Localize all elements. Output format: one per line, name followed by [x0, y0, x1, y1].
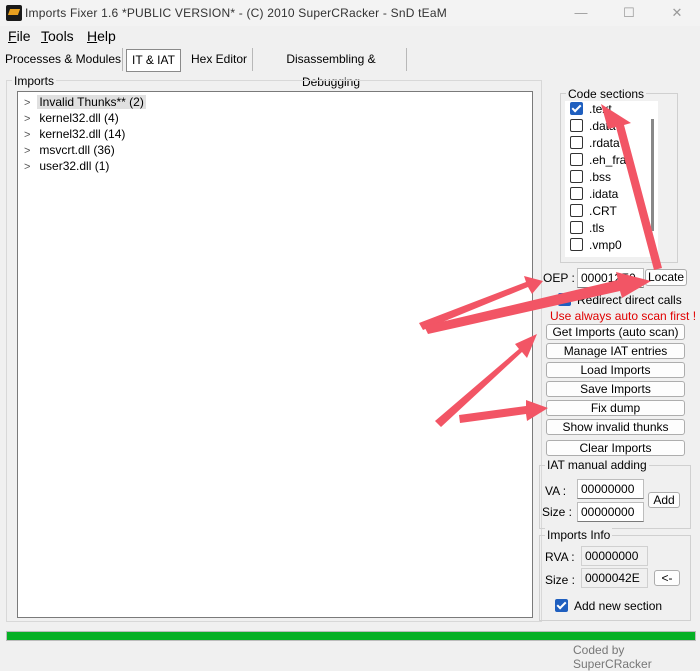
add-new-section-option[interactable]: Add new section	[555, 599, 662, 613]
app-icon	[6, 5, 22, 21]
load-imports-button[interactable]: Load Imports	[546, 362, 685, 378]
code-sections-label: Code sections	[566, 87, 647, 101]
section-checkbox[interactable]	[570, 170, 583, 183]
imports-group-label: Imports	[12, 74, 57, 88]
section-item-bss[interactable]: .bss	[570, 169, 611, 186]
progress-fill	[7, 632, 695, 640]
code-sections-list[interactable]: .text .data .rdata .eh_fra .bss .idata .…	[565, 101, 658, 257]
menu-tools[interactable]: Tools	[41, 28, 74, 44]
code-sections-scrollbar[interactable]	[651, 119, 654, 231]
va-label: VA :	[545, 484, 567, 498]
section-item-vmp0[interactable]: .vmp0	[570, 237, 622, 254]
section-item-idata[interactable]: .idata	[570, 186, 618, 203]
section-item-eh-frame[interactable]: .eh_fra	[570, 152, 626, 169]
section-checkbox[interactable]	[570, 153, 583, 166]
add-section-checkbox[interactable]	[555, 599, 568, 612]
section-item-crt[interactable]: .CRT	[570, 203, 617, 220]
menu-help[interactable]: Help	[87, 28, 116, 44]
chevron-right-icon[interactable]: >	[24, 95, 34, 111]
iat-size-label: Size :	[542, 505, 573, 519]
redirect-direct-calls[interactable]: Redirect direct calls	[558, 293, 682, 307]
coded-by-label: Coded by SuperCRacker	[573, 643, 652, 671]
info-size-value: 0000042E	[581, 568, 648, 588]
fix-dump-button[interactable]: Fix dump	[546, 400, 685, 416]
menu-file[interactable]: File	[8, 28, 31, 44]
section-checkbox[interactable]	[570, 204, 583, 217]
rva-value: 00000000	[581, 546, 648, 566]
tree-item[interactable]: > kernel32.dll (14)	[24, 126, 127, 142]
section-item-rdata[interactable]: .rdata	[570, 135, 620, 152]
redirect-checkbox[interactable]	[558, 293, 571, 306]
oep-label: OEP :	[543, 271, 575, 285]
tab-it-iat[interactable]: IT & IAT	[126, 49, 181, 72]
close-button[interactable]: ✕	[654, 0, 700, 26]
window-title: Imports Fixer 1.6 *PUBLIC VERSION* - (C)…	[25, 6, 447, 20]
chevron-right-icon[interactable]: >	[24, 159, 34, 175]
show-invalid-thunks-button[interactable]: Show invalid thunks	[546, 419, 685, 435]
copy-to-iat-button[interactable]: <-	[654, 570, 680, 586]
chevron-right-icon[interactable]: >	[24, 127, 34, 143]
section-checkbox[interactable]	[570, 102, 583, 115]
tab-disassembling-debugging[interactable]: Disassembling & Debugging	[256, 48, 407, 89]
oep-input[interactable]: 000012E0	[577, 268, 644, 288]
tree-item[interactable]: > kernel32.dll (4)	[24, 110, 121, 126]
info-size-label: Size :	[545, 573, 576, 587]
add-button[interactable]: Add	[648, 492, 680, 508]
va-input[interactable]: 00000000	[577, 479, 644, 499]
section-checkbox[interactable]	[570, 119, 583, 132]
chevron-right-icon[interactable]: >	[24, 111, 34, 127]
section-item-tls[interactable]: .tls	[570, 220, 604, 237]
save-imports-button[interactable]: Save Imports	[546, 381, 685, 397]
locate-button[interactable]: Locate	[645, 269, 687, 286]
tree-item[interactable]: > user32.dll (1)	[24, 158, 111, 174]
tab-hex-editor[interactable]: Hex Editor	[186, 48, 253, 71]
section-checkbox[interactable]	[570, 136, 583, 149]
iat-manual-label: IAT manual adding	[545, 458, 649, 472]
get-imports-button[interactable]: Get Imports (auto scan)	[546, 324, 685, 340]
imports-info-label: Imports Info	[545, 528, 613, 542]
minimize-button[interactable]: —	[558, 0, 604, 26]
section-checkbox[interactable]	[570, 187, 583, 200]
rva-label: RVA :	[545, 550, 575, 564]
section-item-text[interactable]: .text	[570, 101, 612, 118]
tab-processes-modules[interactable]: Processes & Modules	[4, 48, 123, 71]
progress-bar	[6, 631, 696, 641]
iat-size-input[interactable]: 00000000	[577, 502, 644, 522]
maximize-button[interactable]: ☐	[606, 0, 652, 26]
section-checkbox[interactable]	[570, 221, 583, 234]
clear-imports-button[interactable]: Clear Imports	[546, 440, 685, 456]
auto-scan-hint: Use always auto scan first !	[550, 309, 697, 323]
tree-item[interactable]: > msvcrt.dll (36)	[24, 142, 117, 158]
imports-tree[interactable]: > Invalid Thunks** (2) > kernel32.dll (4…	[17, 91, 533, 618]
tree-item[interactable]: > Invalid Thunks** (2)	[24, 94, 146, 110]
chevron-right-icon[interactable]: >	[24, 143, 34, 159]
section-checkbox[interactable]	[570, 238, 583, 251]
manage-iat-button[interactable]: Manage IAT entries	[546, 343, 685, 359]
section-item-data[interactable]: .data	[570, 118, 616, 135]
